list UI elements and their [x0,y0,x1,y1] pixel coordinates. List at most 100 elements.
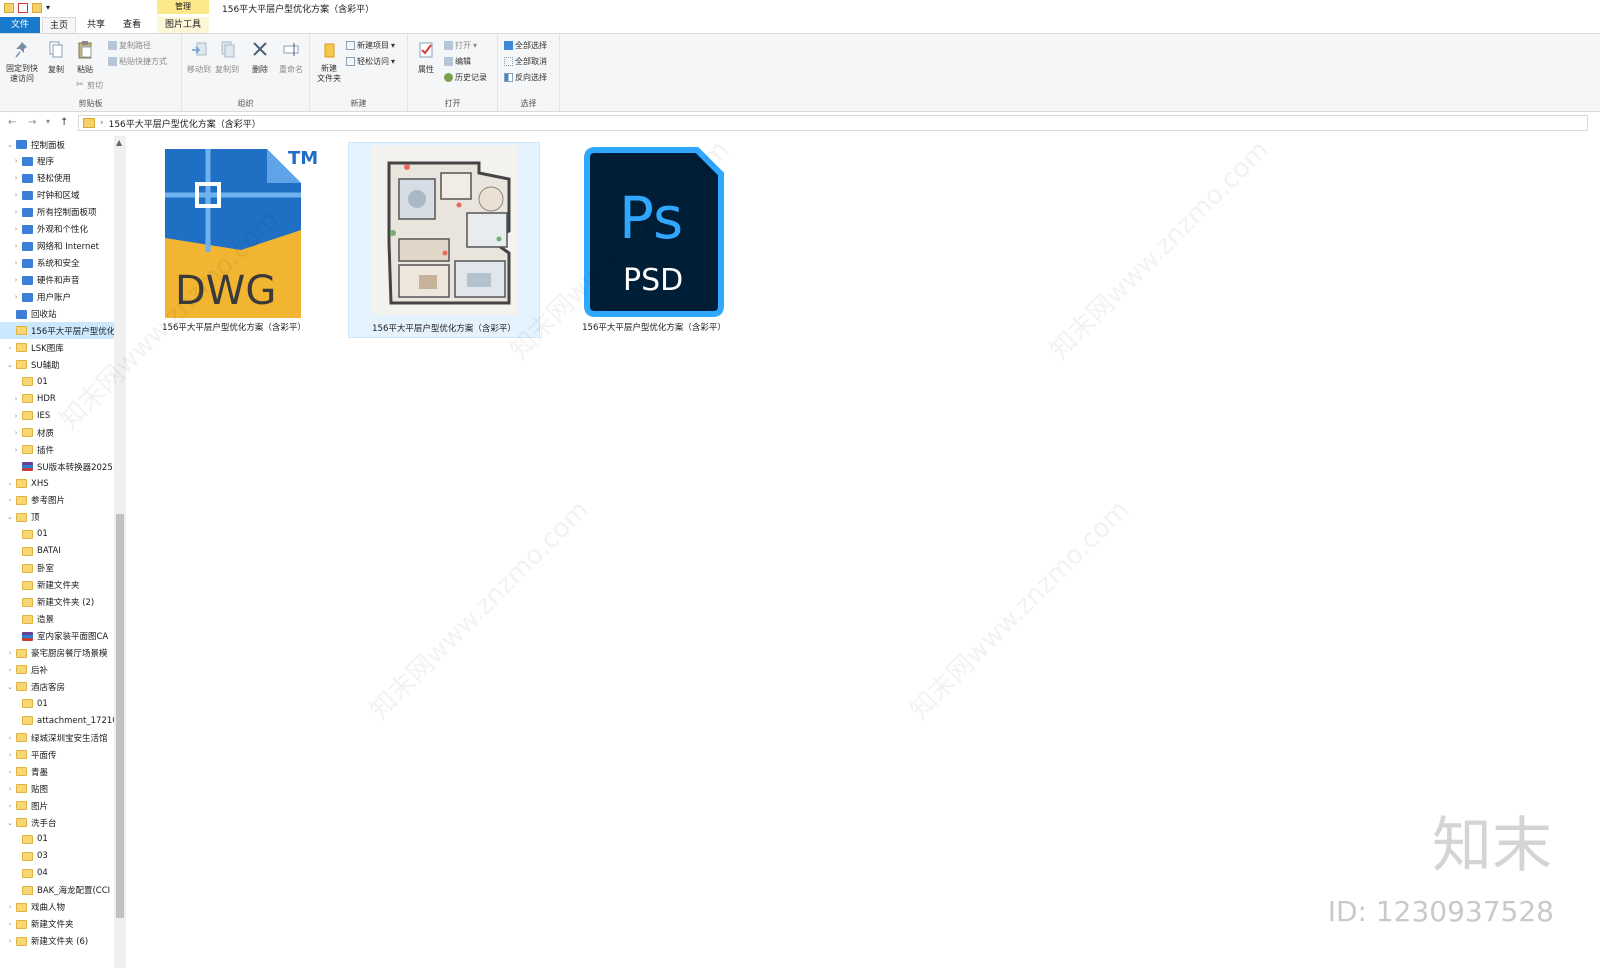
new-folder-button[interactable]: 新建 文件夹 [314,40,344,84]
tree-item[interactable]: › 时钟和区域 [0,187,126,204]
tree-item[interactable]: › 材质 [0,424,126,441]
tree-item[interactable]: › 豪宅厨房餐厅场景模 [0,645,120,662]
expand-chevron-icon[interactable]: › [6,802,14,810]
tree-item[interactable]: 01 [0,373,126,390]
tree-item[interactable]: › 参考图片 [0,492,120,509]
pin-quick-access-button[interactable]: 固定到快 速访问 [4,40,40,84]
tree-item[interactable]: › 系统和安全 [0,255,126,272]
tree-item[interactable]: 新建文件夹 (2) [0,594,126,611]
expand-chevron-icon[interactable]: › [6,666,14,674]
breadcrumb-current[interactable]: 156平大平层户型优化方案（含彩平） [109,117,261,130]
tree-item[interactable]: › 硬件和声音 [0,272,126,289]
tree-item[interactable]: 156平大平层户型优化 [0,322,120,340]
tree-item[interactable]: 04 [0,865,126,882]
tree-item[interactable]: ⌄ 顶 [0,509,120,526]
tab-picture-tools[interactable]: 图片工具 [157,17,209,33]
tab-view[interactable]: 查看 [116,17,148,33]
move-to-button[interactable]: 移动到 [184,40,214,75]
tree-item[interactable]: › 网络和 Internet [0,238,126,255]
tree-item[interactable]: 01 [0,831,126,848]
copy-path-button[interactable]: 复制路径 [108,40,151,51]
address-box[interactable]: › 156平大平层户型优化方案（含彩平） [78,115,1588,131]
tree-item[interactable]: 卧室 [0,560,126,577]
tree-item[interactable]: › 后补 [0,661,120,678]
expand-chevron-icon[interactable]: › [6,768,14,776]
easy-access-button[interactable]: 轻松访问 ▾ [346,56,395,67]
tree-item[interactable]: SU版本转换器2025 [0,458,126,475]
history-button[interactable]: 历史记录 [444,72,487,83]
expand-chevron-icon[interactable]: › [6,496,14,504]
tab-file[interactable]: 文件 [0,17,40,33]
tree-item[interactable]: BATAI [0,543,126,560]
copy-to-button[interactable]: 复制到 [212,40,242,75]
expand-chevron-icon[interactable]: › [12,225,20,233]
collapse-chevron-icon[interactable]: ⌄ [6,683,14,691]
tab-share[interactable]: 共享 [80,17,112,33]
scrollbar-thumb[interactable] [116,514,124,918]
folder-icon[interactable] [4,3,14,13]
expand-chevron-icon[interactable]: › [6,734,14,742]
expand-chevron-icon[interactable]: › [12,174,20,182]
expand-chevron-icon[interactable]: › [6,480,14,488]
tab-home[interactable]: 主页 [42,17,76,33]
tree-item[interactable]: 造景 [0,611,126,628]
file-item-dwg[interactable]: DWG TM 156平大平层户型优化方案（含彩平） [141,142,327,338]
tree-item[interactable]: ⌄ SU辅助 [0,356,120,373]
tree-item[interactable]: › 程序 [0,153,126,170]
tree-item[interactable]: › IES [0,407,126,424]
customize-qat-icon[interactable]: ▾ [46,3,56,13]
collapse-chevron-icon[interactable]: ⌄ [6,361,14,369]
expand-chevron-icon[interactable]: › [12,429,20,437]
expand-chevron-icon[interactable]: › [12,208,20,216]
new-folder-icon[interactable] [32,3,42,13]
tree-item[interactable]: ⌄ 控制面板 [0,136,120,153]
nav-scrollbar[interactable]: ▲ [114,136,126,968]
properties-check-icon[interactable] [18,3,28,13]
tree-item[interactable]: › 新建文件夹 [0,916,120,933]
scroll-up-icon[interactable]: ▲ [116,138,122,147]
file-item-floorplan[interactable]: 156平大平层户型优化方案（含彩平） [348,142,540,338]
tree-item[interactable]: › 青墨 [0,763,120,780]
select-none-button[interactable]: 全部取消 [504,56,547,67]
tree-item[interactable]: ⌄ 酒店客房 [0,678,120,695]
tree-item[interactable]: ⌄ 洗手台 [0,814,120,831]
tree-item[interactable]: › 用户账户 [0,289,126,306]
expand-chevron-icon[interactable]: › [12,446,20,454]
back-arrow-icon[interactable]: ← [8,117,16,128]
expand-chevron-icon[interactable]: › [12,276,20,284]
tree-item[interactable]: › 新建文件夹 (6) [0,933,120,950]
expand-chevron-icon[interactable]: › [6,920,14,928]
tree-item[interactable]: 01 [0,526,126,543]
cut-button[interactable]: ✂ 剪切 [76,80,103,91]
paste-button[interactable]: 粘贴 [72,40,98,75]
expand-chevron-icon[interactable]: › [6,649,14,657]
open-button[interactable]: 打开 ▾ [444,40,477,51]
tree-item[interactable]: › LSK图库 [0,339,120,356]
expand-chevron-icon[interactable]: › [6,937,14,945]
expand-chevron-icon[interactable]: › [12,395,20,403]
tree-item[interactable]: › 戏曲人物 [0,899,120,916]
expand-chevron-icon[interactable]: › [6,903,14,911]
expand-chevron-icon[interactable]: › [12,259,20,267]
expand-chevron-icon[interactable]: › [12,191,20,199]
collapse-chevron-icon[interactable]: ⌄ [6,819,14,827]
tab-manage[interactable]: 管理 [157,0,209,14]
recent-locations-icon[interactable]: ▾ [46,117,50,126]
paste-shortcut-button[interactable]: 粘贴快捷方式 [108,56,167,67]
expand-chevron-icon[interactable]: › [12,242,20,250]
tree-item[interactable]: attachment_17210 [0,712,126,729]
select-all-button[interactable]: 全部选择 [504,40,547,51]
tree-item[interactable]: 回收站 [0,306,120,323]
expand-chevron-icon[interactable]: › [6,344,14,352]
tree-item[interactable]: › 插件 [0,441,126,458]
rename-button[interactable]: 重命名 [276,40,306,75]
properties-button[interactable]: 属性 [412,40,440,75]
copy-button[interactable]: 复制 [44,40,68,75]
expand-chevron-icon[interactable]: › [12,412,20,420]
collapse-chevron-icon[interactable]: ⌄ [6,141,14,149]
expand-chevron-icon[interactable]: › [6,751,14,759]
tree-item[interactable]: BAK_海龙配置(CCI [0,882,126,899]
expand-chevron-icon[interactable]: › [12,157,20,165]
tree-item[interactable]: 01 [0,695,126,712]
file-item-psd[interactable]: Ps PSD 156平大平层户型优化方案（含彩平） [561,142,747,338]
